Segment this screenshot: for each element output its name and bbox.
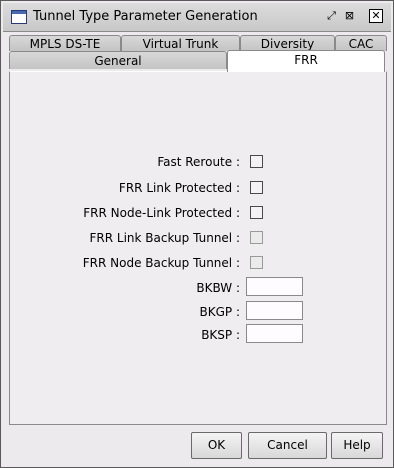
fast-reroute-checkbox[interactable] xyxy=(250,155,263,168)
tab-cac[interactable]: CAC xyxy=(335,35,387,51)
bkgp-row: BKGP : xyxy=(10,302,241,322)
tab-mpls-ds-te[interactable]: MPLS DS-TE xyxy=(9,35,121,51)
node-backup-tunnel-checkbox[interactable] xyxy=(250,256,263,269)
link-backup-tunnel-checkbox[interactable] xyxy=(250,231,263,244)
frr-panel: Fast Reroute : FRR Link Protected : FRR … xyxy=(9,71,387,425)
fast-reroute-label: Fast Reroute : xyxy=(157,155,240,169)
node-link-protected-row: FRR Node-Link Protected : xyxy=(10,203,240,223)
close-icon[interactable]: ✕ xyxy=(369,9,383,23)
node-backup-tunnel-row: FRR Node Backup Tunnel : xyxy=(10,253,240,273)
bksp-input[interactable] xyxy=(246,324,303,343)
window-title: Tunnel Type Parameter Generation xyxy=(33,9,258,24)
title-bar[interactable]: Tunnel Type Parameter Generation ⤢ ⊠ ✕ xyxy=(3,3,391,32)
bksp-label: BKSP : xyxy=(201,328,240,342)
node-backup-tunnel-label: FRR Node Backup Tunnel : xyxy=(82,256,240,270)
fast-reroute-row: Fast Reroute : xyxy=(10,152,240,172)
ok-button[interactable]: OK xyxy=(191,432,242,459)
tab-frr[interactable]: FRR xyxy=(227,50,385,72)
bkbw-input[interactable] xyxy=(246,277,303,296)
link-protected-row: FRR Link Protected : xyxy=(10,178,240,198)
bkgp-label: BKGP : xyxy=(199,305,241,319)
link-protected-label: FRR Link Protected : xyxy=(118,181,240,195)
node-link-protected-checkbox[interactable] xyxy=(250,206,263,219)
help-button[interactable]: Help xyxy=(331,432,383,459)
bksp-row: BKSP : xyxy=(10,325,240,345)
tab-general[interactable]: General xyxy=(9,51,227,69)
window-icon xyxy=(11,10,27,24)
cancel-button[interactable]: Cancel xyxy=(248,432,327,459)
tab-strip: MPLS DS-TE Virtual Trunk Diversity CAC G… xyxy=(9,35,387,72)
restore-icon[interactable]: ⤢ xyxy=(325,9,338,22)
maximize-icon[interactable]: ⊠ xyxy=(343,9,356,22)
tab-virtual-trunk[interactable]: Virtual Trunk xyxy=(121,35,240,51)
dialog-window: Tunnel Type Parameter Generation ⤢ ⊠ ✕ M… xyxy=(0,0,394,468)
link-backup-tunnel-row: FRR Link Backup Tunnel : xyxy=(10,228,240,248)
button-bar: OK Cancel Help xyxy=(9,432,387,462)
bkbw-label: BKBW : xyxy=(196,281,240,295)
tab-diversity[interactable]: Diversity xyxy=(240,35,335,51)
node-link-protected-label: FRR Node-Link Protected : xyxy=(83,206,240,220)
bkbw-row: BKBW : xyxy=(10,278,240,298)
link-backup-tunnel-label: FRR Link Backup Tunnel : xyxy=(89,231,240,245)
bkgp-input[interactable] xyxy=(246,301,303,320)
link-protected-checkbox[interactable] xyxy=(250,181,263,194)
